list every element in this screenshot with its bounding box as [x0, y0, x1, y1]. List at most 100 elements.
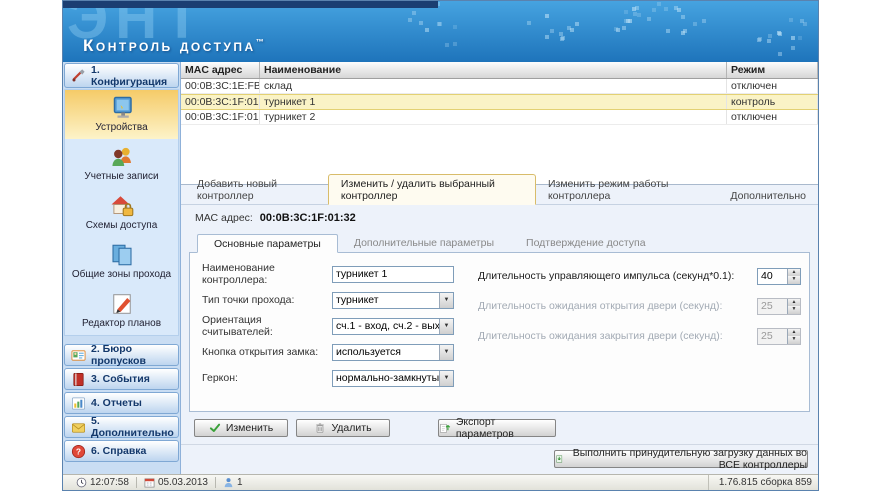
spinner-down-icon: ▼ [788, 306, 800, 314]
sidebar-item-devices[interactable]: Устройства [65, 90, 178, 139]
spinner-down-icon[interactable]: ▼ [788, 276, 800, 284]
cell-mac: 00:0B:3C:1E:FB:F8 [181, 79, 260, 93]
sidebar: 1. Конфигурация Устройства Учетные запис… [63, 62, 181, 476]
tab-change-mode[interactable]: Изменить режим работы контроллера [536, 175, 718, 204]
table-row[interactable]: 00:0B:3C:1F:01:1A турникет 2 отключен [181, 110, 818, 125]
chevron-down-icon[interactable]: ▼ [439, 371, 453, 386]
reports-chart-icon [71, 396, 86, 411]
sidebar-item-label: Общие зоны прохода [72, 269, 171, 280]
sidebar-item-label: Устройства [95, 122, 147, 133]
mac-address-value: 00:0B:3C:1F:01:32 [260, 212, 356, 224]
spinner-up-icon[interactable]: ▲ [788, 269, 800, 277]
sidebar-section-additional[interactable]: 5. Дополнительно [64, 416, 179, 438]
sidebar-section-label: 6. Справка [91, 445, 146, 457]
tab-additional[interactable]: Дополнительно [718, 187, 818, 204]
delete-button[interactable]: Удалить [296, 419, 390, 437]
sidebar-section-events[interactable]: 3. События [64, 368, 179, 390]
open-wait-spinner: 25▲▼ [757, 298, 801, 315]
tab-add-controller[interactable]: Добавить новый контроллер [185, 175, 328, 204]
subtab-additional-parameters[interactable]: Дополнительные параметры [338, 234, 510, 252]
form-left-column: Наименование контроллера: Тип точки прох… [202, 261, 464, 391]
controller-name-input[interactable] [332, 266, 454, 283]
chevron-down-icon[interactable]: ▼ [439, 345, 453, 360]
house-lock-icon [110, 194, 134, 218]
titlebar-strip [63, 1, 438, 8]
passage-type-select[interactable]: турникет▼ [332, 292, 454, 309]
sidebar-item-plan-editor[interactable]: Редактор планов [65, 286, 178, 335]
sidebar-item-label: Учетные записи [84, 171, 158, 182]
sidebar-section-help[interactable]: ? 6. Справка [64, 440, 179, 462]
app-header: ЭНТ Контроль доступа™ [63, 1, 818, 62]
pulse-duration-label: Длительность управляющего импульса (секу… [478, 270, 757, 282]
sidebar-item-common-zones[interactable]: Общие зоны прохода [65, 237, 178, 286]
table-row-selected[interactable]: 00:0B:3C:1F:01:32 турникет 1 контроль [181, 94, 818, 110]
zones-pages-icon [110, 243, 134, 267]
parameter-subtabs: Основные параметры Дополнительные параме… [189, 234, 810, 252]
trash-icon [314, 422, 326, 434]
sidebar-section-label: 3. События [91, 373, 150, 385]
cell-name: склад [260, 79, 727, 93]
cell-mode: контроль [727, 95, 818, 109]
sidebar-section-label: 2. Бюро пропусков [91, 343, 178, 367]
cell-mode: отключен [727, 79, 818, 93]
export-parameters-button[interactable]: Экспорт параметров [438, 419, 556, 437]
sidebar-item-accounts[interactable]: Учетные записи [65, 139, 178, 188]
open-button-select[interactable]: используется▼ [332, 344, 454, 361]
gerkon-select[interactable]: нормально-замкнутый▼ [332, 370, 454, 387]
sidebar-item-access-schemes[interactable]: Схемы доступа [65, 188, 178, 237]
reader-orientation-select[interactable]: сч.1 - вход, сч.2 - выход▼ [332, 318, 454, 335]
open-wait-label: Длительность ожидания открытия двери (се… [478, 300, 757, 312]
sidebar-section-label: 4. Отчеты [91, 397, 142, 409]
chevron-down-icon[interactable]: ▼ [439, 319, 453, 334]
force-load-button[interactable]: Выполнить принудительную загрузку данных… [554, 450, 808, 468]
app-window: ЭНТ Контроль доступа™ 1. Конфигурация Ус… [62, 0, 819, 491]
envelope-icon [71, 420, 86, 435]
spinner-up-icon: ▲ [788, 299, 800, 307]
cell-mode: отключен [727, 110, 818, 124]
app-title-text: Контроль доступа [83, 36, 256, 55]
sidebar-icon-panel: Устройства Учетные записи Схемы доступа … [64, 89, 179, 336]
column-header-mac[interactable]: MAC адрес [181, 62, 260, 78]
users-icon [110, 145, 134, 169]
subtab-access-confirmation[interactable]: Подтверждение доступа [510, 234, 662, 252]
spinner-down-icon: ▼ [788, 336, 800, 344]
sidebar-section-pass-bureau[interactable]: 2. Бюро пропусков [64, 344, 179, 366]
column-header-mode[interactable]: Режим [727, 62, 818, 78]
open-button-label: Кнопка открытия замка: [202, 346, 332, 358]
controller-name-label: Наименование контроллера: [202, 262, 332, 286]
badge-icon [71, 348, 86, 363]
status-version: 1.76.815 сборка 859 [708, 475, 812, 490]
tools-icon [71, 68, 86, 83]
gerkon-label: Геркон: [202, 372, 332, 384]
tab-edit-delete-controller[interactable]: Изменить / удалить выбранный контроллер [328, 174, 536, 205]
reader-orientation-label: Ориентация считывателей: [202, 314, 332, 338]
monitor-icon [110, 96, 134, 120]
main-area: MAC адрес Наименование Режим 00:0B:3C:1E… [181, 62, 818, 476]
spinner-up-icon: ▲ [788, 329, 800, 337]
controllers-table: MAC адрес Наименование Режим 00:0B:3C:1E… [181, 62, 818, 185]
action-buttons: Изменить Удалить Экспорт параметров [194, 419, 818, 437]
passage-type-label: Тип точки прохода: [202, 294, 332, 306]
subtab-main-parameters[interactable]: Основные параметры [197, 234, 338, 253]
person-icon [223, 477, 234, 488]
status-user-count: 1 [216, 475, 250, 490]
table-row[interactable]: 00:0B:3C:1E:FB:F8 склад отключен [181, 79, 818, 94]
chevron-down-icon[interactable]: ▼ [439, 293, 453, 308]
sidebar-item-label: Схемы доступа [86, 220, 158, 231]
column-header-name[interactable]: Наименование [260, 62, 727, 78]
separator [181, 444, 818, 445]
trademark-mark: ™ [256, 37, 264, 46]
cell-mac: 00:0B:3C:1F:01:1A [181, 110, 260, 124]
close-wait-spinner: 25▲▼ [757, 328, 801, 345]
sidebar-section-configuration[interactable]: 1. Конфигурация [64, 63, 179, 88]
sidebar-section-label: 5. Дополнительно [91, 415, 178, 439]
app-title: Контроль доступа™ [83, 36, 264, 56]
clock-icon [76, 477, 87, 488]
form-right-column: Длительность управляющего импульса (секу… [478, 261, 801, 351]
status-time: 12:07:58 [69, 475, 136, 490]
pulse-duration-spinner[interactable]: 40▲▼ [757, 268, 801, 285]
controller-tabs: Добавить новый контроллер Изменить / уда… [181, 185, 818, 205]
edit-button[interactable]: Изменить [194, 419, 288, 437]
sidebar-section-reports[interactable]: 4. Отчеты [64, 392, 179, 414]
mac-address-line: МАС адрес: 00:0B:3C:1F:01:32 [181, 205, 818, 232]
